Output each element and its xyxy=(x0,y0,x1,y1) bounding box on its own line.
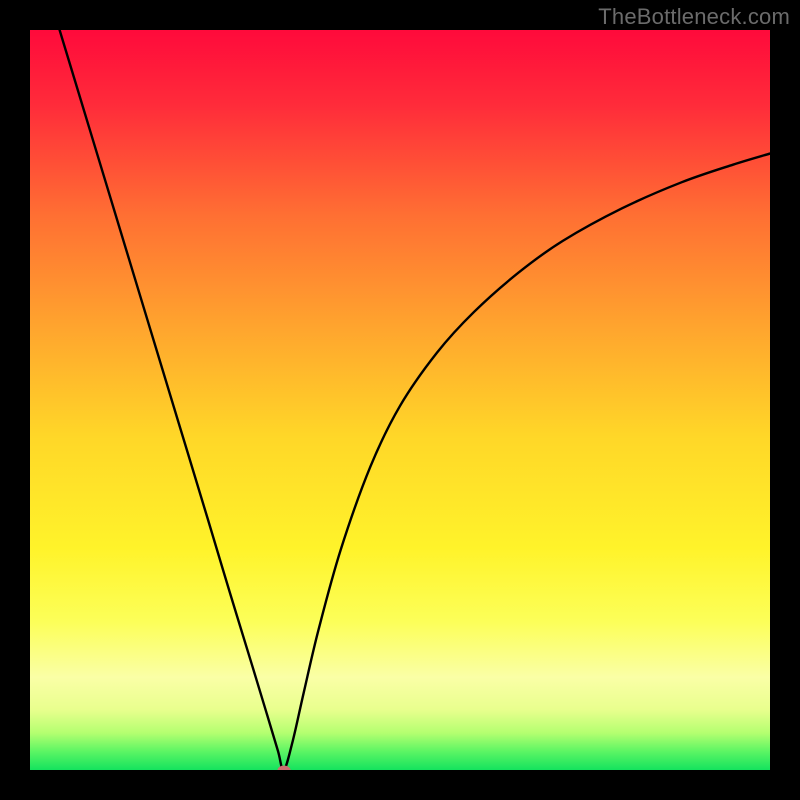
bottleneck-curve xyxy=(30,30,770,770)
plot-area xyxy=(30,30,770,770)
watermark-text: TheBottleneck.com xyxy=(598,4,790,30)
optimal-point-marker xyxy=(277,766,290,771)
chart-frame: TheBottleneck.com xyxy=(0,0,800,800)
